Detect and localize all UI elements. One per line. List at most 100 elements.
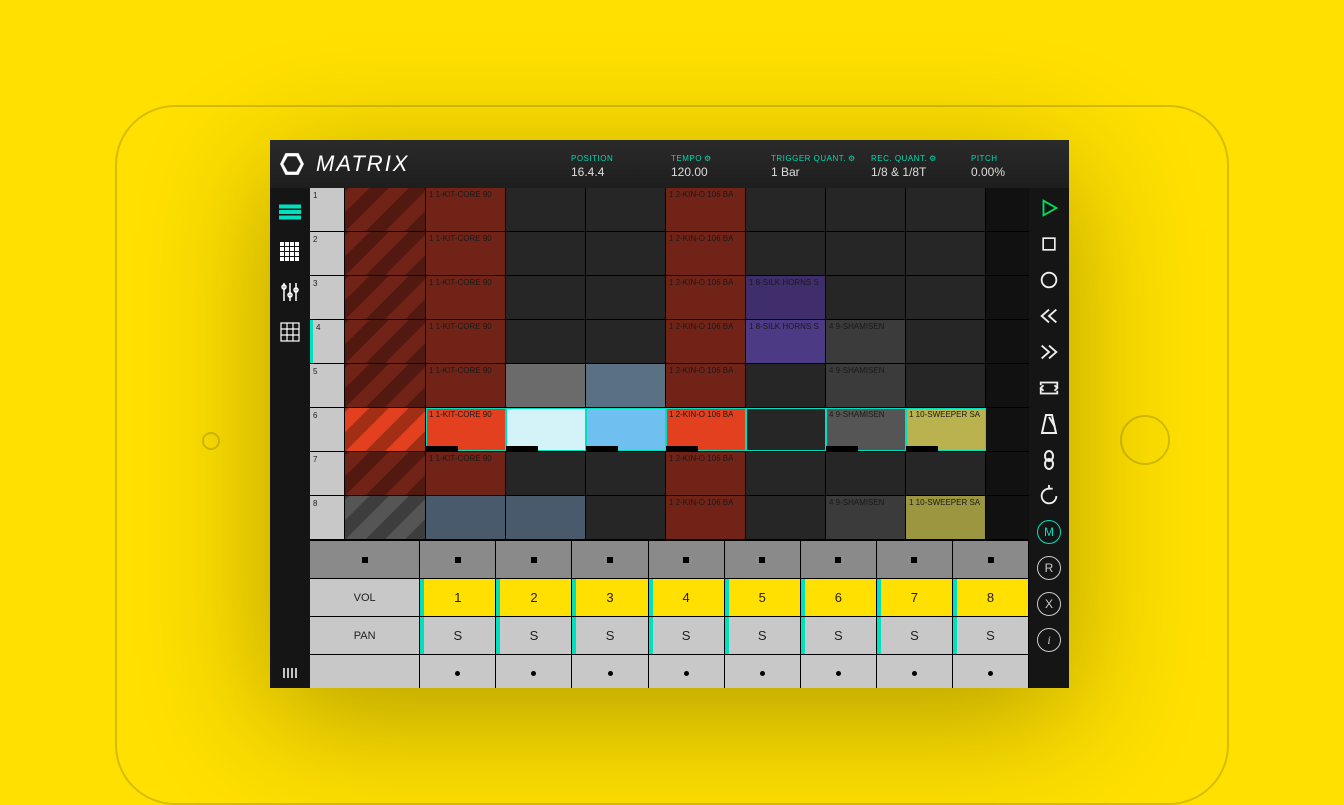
track-arm[interactable]: [572, 655, 648, 688]
readout-tempo[interactable]: TEMPO⚙ 120.00: [671, 154, 761, 179]
readout-pitch[interactable]: PITCH 0.00%: [971, 154, 1061, 179]
track-arm[interactable]: [953, 655, 1029, 688]
clip-empty[interactable]: [906, 232, 986, 275]
track-pan[interactable]: S: [572, 617, 648, 654]
clip-empty[interactable]: [746, 452, 826, 495]
clip-playing[interactable]: 1 1-KIT-CORE 90: [426, 408, 506, 451]
clip[interactable]: 1 2-KIN-O 106 BA: [666, 276, 746, 319]
clip-empty[interactable]: [586, 496, 666, 539]
track-pan[interactable]: S: [496, 617, 572, 654]
clip-empty[interactable]: [826, 188, 906, 231]
undo-icon[interactable]: [1029, 478, 1069, 514]
clip-empty[interactable]: [906, 364, 986, 407]
scene-number[interactable]: 7: [310, 452, 345, 495]
clip[interactable]: 1 2-KIN-O 106 BA: [666, 364, 746, 407]
clip[interactable]: 4 9-SHAMISEN: [826, 364, 906, 407]
clip-empty[interactable]: [746, 232, 826, 275]
clip[interactable]: 1 2-KIN-O 106 BA: [666, 320, 746, 363]
clip[interactable]: 1 10-SWEEPER SA: [906, 496, 986, 539]
track-arm[interactable]: [420, 655, 496, 688]
clip-empty[interactable]: [906, 452, 986, 495]
clip[interactable]: [426, 496, 506, 539]
clip[interactable]: [345, 452, 426, 495]
scene-number[interactable]: 2: [310, 232, 345, 275]
tablet-home-button[interactable]: [1120, 415, 1170, 465]
metronome-icon[interactable]: [1029, 406, 1069, 442]
clip[interactable]: 4 9-SHAMISEN: [826, 320, 906, 363]
track-stop[interactable]: [725, 541, 801, 578]
clip-empty[interactable]: [906, 276, 986, 319]
track-stop[interactable]: [801, 541, 877, 578]
track-pan[interactable]: S: [420, 617, 496, 654]
track-volume[interactable]: 4: [649, 579, 725, 616]
clip[interactable]: 1 1-KIT-CORE 90: [426, 232, 506, 275]
track-arm[interactable]: [649, 655, 725, 688]
link-icon[interactable]: [1029, 442, 1069, 478]
track-arm[interactable]: [801, 655, 877, 688]
track-stop[interactable]: [572, 541, 648, 578]
scene-number[interactable]: 4: [310, 320, 345, 363]
clip[interactable]: 1 2-KIN-O 106 BA: [666, 232, 746, 275]
nav-mixer-icon[interactable]: [270, 272, 310, 312]
track-volume[interactable]: 5: [725, 579, 801, 616]
clip-empty[interactable]: [906, 320, 986, 363]
clip-playing[interactable]: [506, 408, 586, 451]
clip[interactable]: 1 2-KIN-O 106 BA: [666, 452, 746, 495]
stop-icon[interactable]: [1029, 226, 1069, 262]
clip[interactable]: [345, 276, 426, 319]
track-volume[interactable]: 8: [953, 579, 1029, 616]
nav-grid-icon[interactable]: [270, 232, 310, 272]
skip-forward-icon[interactable]: [1029, 334, 1069, 370]
clip-empty[interactable]: [586, 188, 666, 231]
clip[interactable]: 4 9-SHAMISEN: [826, 496, 906, 539]
clip-empty[interactable]: [586, 276, 666, 319]
track-pan[interactable]: S: [877, 617, 953, 654]
clip-empty[interactable]: [586, 452, 666, 495]
readout-position[interactable]: POSITION 16.4.4: [571, 154, 661, 179]
track-stop[interactable]: [877, 541, 953, 578]
clip[interactable]: [586, 364, 666, 407]
clip[interactable]: [345, 364, 426, 407]
clip[interactable]: [506, 496, 586, 539]
track-stop[interactable]: [420, 541, 496, 578]
clip[interactable]: [345, 232, 426, 275]
scene-number[interactable]: 1: [310, 188, 345, 231]
clip-empty[interactable]: [506, 452, 586, 495]
clip-empty[interactable]: [746, 188, 826, 231]
record-icon[interactable]: [1029, 262, 1069, 298]
track-volume[interactable]: 2: [496, 579, 572, 616]
track-stop[interactable]: [496, 541, 572, 578]
track-pan[interactable]: S: [725, 617, 801, 654]
scene-number[interactable]: 5: [310, 364, 345, 407]
clip-empty[interactable]: [746, 496, 826, 539]
clip[interactable]: 1 8-SILK HORNS S: [746, 320, 826, 363]
clip[interactable]: 1 1-KIT-CORE 90: [426, 320, 506, 363]
clip-empty[interactable]: [746, 364, 826, 407]
clip-empty[interactable]: [826, 276, 906, 319]
scene-number[interactable]: 8: [310, 496, 345, 539]
clip-empty[interactable]: [586, 320, 666, 363]
clip[interactable]: [345, 320, 426, 363]
track-volume[interactable]: 7: [877, 579, 953, 616]
clip[interactable]: [506, 364, 586, 407]
clip[interactable]: 1 1-KIT-CORE 90: [426, 188, 506, 231]
clip[interactable]: 1 8-SILK HORNS S: [746, 276, 826, 319]
nav-pads-icon[interactable]: [270, 312, 310, 352]
skip-back-icon[interactable]: [1029, 298, 1069, 334]
readout-rec-quant[interactable]: REC. QUANT.⚙ 1/8 & 1/8T: [871, 154, 961, 179]
clip-playing[interactable]: 4 9-SHAMISEN: [826, 408, 906, 451]
track-arm[interactable]: [877, 655, 953, 688]
scene-number[interactable]: 3: [310, 276, 345, 319]
clip[interactable]: 1 1-KIT-CORE 90: [426, 276, 506, 319]
menu-icon[interactable]: [270, 658, 310, 688]
clip-empty[interactable]: [586, 232, 666, 275]
mute-button[interactable]: M: [1029, 514, 1069, 550]
info-button[interactable]: i: [1029, 622, 1069, 658]
track-volume[interactable]: 6: [801, 579, 877, 616]
x-button[interactable]: X: [1029, 586, 1069, 622]
track-pan[interactable]: S: [953, 617, 1029, 654]
track-pan[interactable]: S: [649, 617, 725, 654]
clip-playing[interactable]: 1 2-KIN-O 106 BA: [666, 408, 746, 451]
clip-empty[interactable]: [906, 188, 986, 231]
clip-empty[interactable]: [506, 232, 586, 275]
